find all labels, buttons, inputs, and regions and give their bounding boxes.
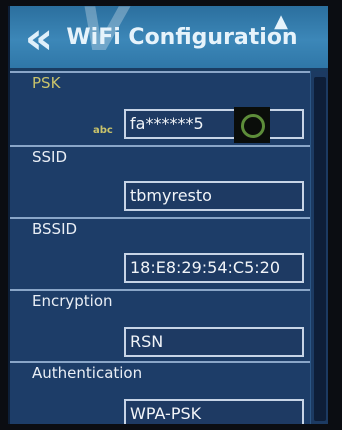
encryption-field[interactable]: RSN (124, 327, 304, 357)
row-encryption: Encryption RSN (10, 289, 310, 363)
row-bssid: BSSID 18:E8:29:54:C5:20 (10, 217, 310, 291)
scroll-thumb[interactable] (314, 77, 326, 421)
circle-icon (241, 114, 265, 138)
input-mode-indicator: abc (93, 125, 113, 136)
encryption-label: Encryption (32, 292, 113, 310)
row-ssid: SSID tbmyresto (10, 145, 310, 219)
ssid-field[interactable]: tbmyresto (124, 181, 304, 211)
row-psk: PSK abc fa******5 (10, 71, 310, 147)
psk-label: PSK (32, 74, 61, 92)
scroll-up-icon[interactable]: ▲ (266, 10, 296, 34)
scrollbar[interactable] (310, 71, 328, 424)
device-screen: V « WiFi Configuration ▲ PSK abc fa*****… (8, 6, 328, 424)
bssid-label: BSSID (32, 220, 78, 238)
psk-field[interactable]: fa******5 (124, 109, 304, 139)
bssid-field[interactable]: 18:E8:29:54:C5:20 (124, 253, 304, 283)
row-authentication: Authentication WPA-PSK (10, 361, 310, 424)
authentication-label: Authentication (32, 364, 143, 382)
show-password-toggle[interactable] (234, 107, 270, 143)
header-bar: V « WiFi Configuration ▲ (10, 6, 328, 71)
authentication-field[interactable]: WPA-PSK (124, 399, 304, 424)
back-button[interactable]: « (10, 14, 58, 64)
ssid-label: SSID (32, 148, 68, 166)
settings-list: PSK abc fa******5 SSID tbmyresto BSSID 1… (10, 71, 310, 424)
